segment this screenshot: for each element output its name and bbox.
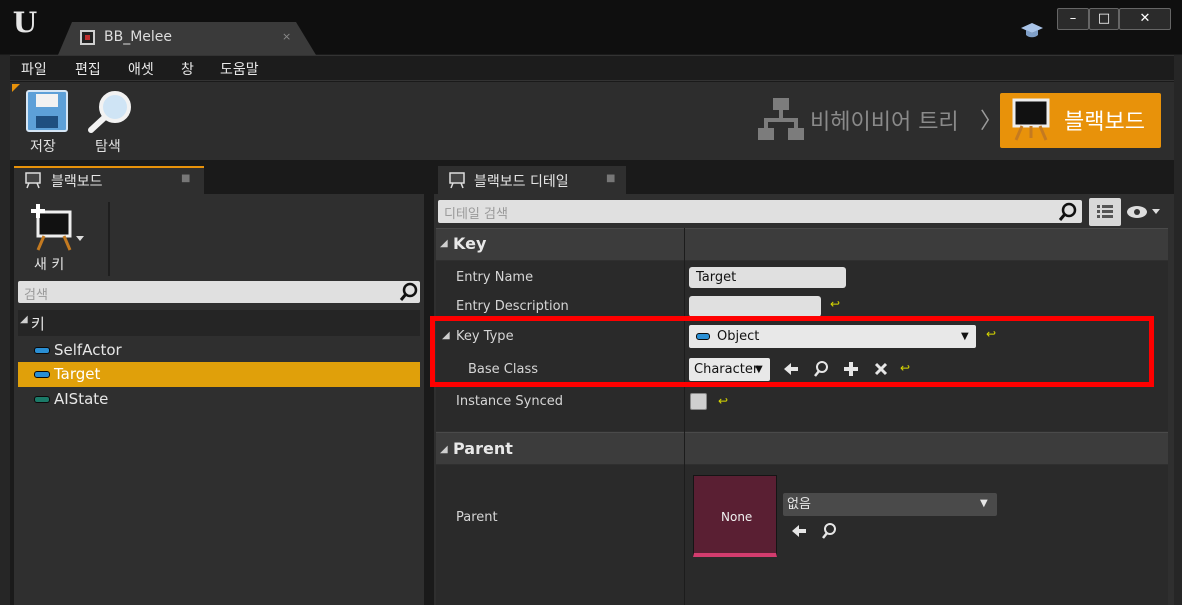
new-key-button-label[interactable]: 새 키 <box>34 254 64 274</box>
parent-category-header[interactable] <box>436 432 1168 464</box>
key-search-input[interactable] <box>18 281 420 303</box>
keys-category-label: 키 <box>31 315 45 333</box>
object-key-icon <box>34 371 50 378</box>
maximize-button[interactable]: □ <box>1089 8 1119 30</box>
toolbar-corner-marker <box>12 84 20 92</box>
collapse-triangle-icon[interactable]: ◢ <box>440 444 448 455</box>
entry-name-field[interactable]: Target <box>689 267 846 288</box>
menu-asset[interactable]: 애셋 <box>128 59 154 79</box>
grid-view-button[interactable] <box>1089 198 1121 226</box>
key-search-placeholder: 검색 <box>24 288 48 303</box>
blackboard-asset-icon <box>80 30 95 45</box>
details-panel-tab-label: 블랙보드 디테일 <box>474 174 569 190</box>
save-button-label[interactable]: 저장 <box>30 136 56 156</box>
key-row-aistate[interactable]: AIState <box>18 387 420 412</box>
search-icon[interactable] <box>1057 201 1079 223</box>
search-icon[interactable] <box>398 281 420 303</box>
parent-asset-dropdown[interactable]: 없음 <box>783 493 997 516</box>
tab-close-icon[interactable]: × <box>282 30 291 43</box>
view-options-eye-icon[interactable] <box>1126 204 1166 220</box>
menu-edit[interactable]: 편집 <box>75 59 101 79</box>
menu-help[interactable]: 도움말 <box>220 59 259 79</box>
left-gutter <box>0 55 10 605</box>
collapse-triangle-icon[interactable]: ◢ <box>440 238 448 249</box>
blackboard-panel-tab-label: 블랙보드 <box>51 174 103 190</box>
parent-label: Parent <box>456 510 498 525</box>
behavior-tree-mode-label[interactable]: 비헤이비어 트리 <box>810 104 959 136</box>
parent-thumbnail-label: None <box>721 510 753 524</box>
menu-file[interactable]: 파일 <box>21 59 47 79</box>
instance-synced-checkbox[interactable] <box>690 393 707 410</box>
blackboard-tab-icon <box>24 171 42 189</box>
entry-name-label: Entry Name <box>456 270 534 285</box>
reset-to-default-icon[interactable]: ↩ <box>718 394 728 408</box>
column-splitter[interactable] <box>684 228 685 605</box>
reset-to-default-icon[interactable]: ↩ <box>830 297 840 311</box>
blackboard-tab-icon <box>448 171 466 189</box>
toolbar-divider <box>108 202 110 276</box>
keys-category-header[interactable] <box>18 310 420 336</box>
entry-description-label: Entry Description <box>456 299 569 314</box>
enum-key-icon <box>34 396 50 403</box>
menu-window[interactable]: 창 <box>181 59 194 79</box>
key-label: SelfActor <box>54 341 122 359</box>
instance-synced-label: Instance Synced <box>456 394 564 409</box>
unreal-logo-icon: U <box>12 6 38 39</box>
tab-pin-icon[interactable]: ■ <box>606 173 615 184</box>
document-tab-label: BB_Melee <box>104 29 173 45</box>
entry-description-field[interactable] <box>689 296 821 317</box>
graduation-cap-icon[interactable] <box>1020 20 1044 42</box>
blackboard-icon <box>1008 98 1056 142</box>
blackboard-panel-tab[interactable] <box>14 166 204 194</box>
right-gutter <box>1174 55 1182 605</box>
details-search-placeholder: 디테일 검색 <box>444 207 508 222</box>
annotation-highlight-box <box>430 316 1154 387</box>
key-category-label: Key <box>453 234 487 253</box>
parent-category-label: Parent <box>453 439 513 458</box>
collapse-triangle-icon[interactable]: ◢ <box>20 314 28 325</box>
details-search-input[interactable] <box>438 200 1082 223</box>
use-selected-arrow-icon[interactable] <box>790 522 808 540</box>
chevron-down-icon: ▼ <box>980 498 988 509</box>
browse-button-label[interactable]: 탐색 <box>95 136 121 156</box>
key-row-selfactor[interactable]: SelfActor <box>18 338 420 363</box>
close-button[interactable]: ✕ <box>1119 8 1171 30</box>
new-key-icon[interactable] <box>30 204 86 252</box>
browse-search-icon[interactable] <box>820 522 838 540</box>
blackboard-mode-label: 블랙보드 <box>1064 110 1145 135</box>
behavior-tree-icon[interactable] <box>758 96 804 144</box>
tab-pin-icon[interactable]: ■ <box>181 173 190 184</box>
browse-search-icon[interactable] <box>86 88 136 134</box>
key-category-header[interactable] <box>436 228 1168 260</box>
key-label: Target <box>54 365 101 383</box>
object-key-icon <box>34 347 50 354</box>
save-icon[interactable] <box>26 90 68 132</box>
breadcrumb-separator: 〉 <box>980 109 1003 134</box>
minimize-button[interactable]: – <box>1057 8 1089 30</box>
document-tab[interactable] <box>58 22 316 55</box>
key-row-target[interactable]: Target <box>18 362 420 387</box>
key-label: AIState <box>54 390 109 408</box>
